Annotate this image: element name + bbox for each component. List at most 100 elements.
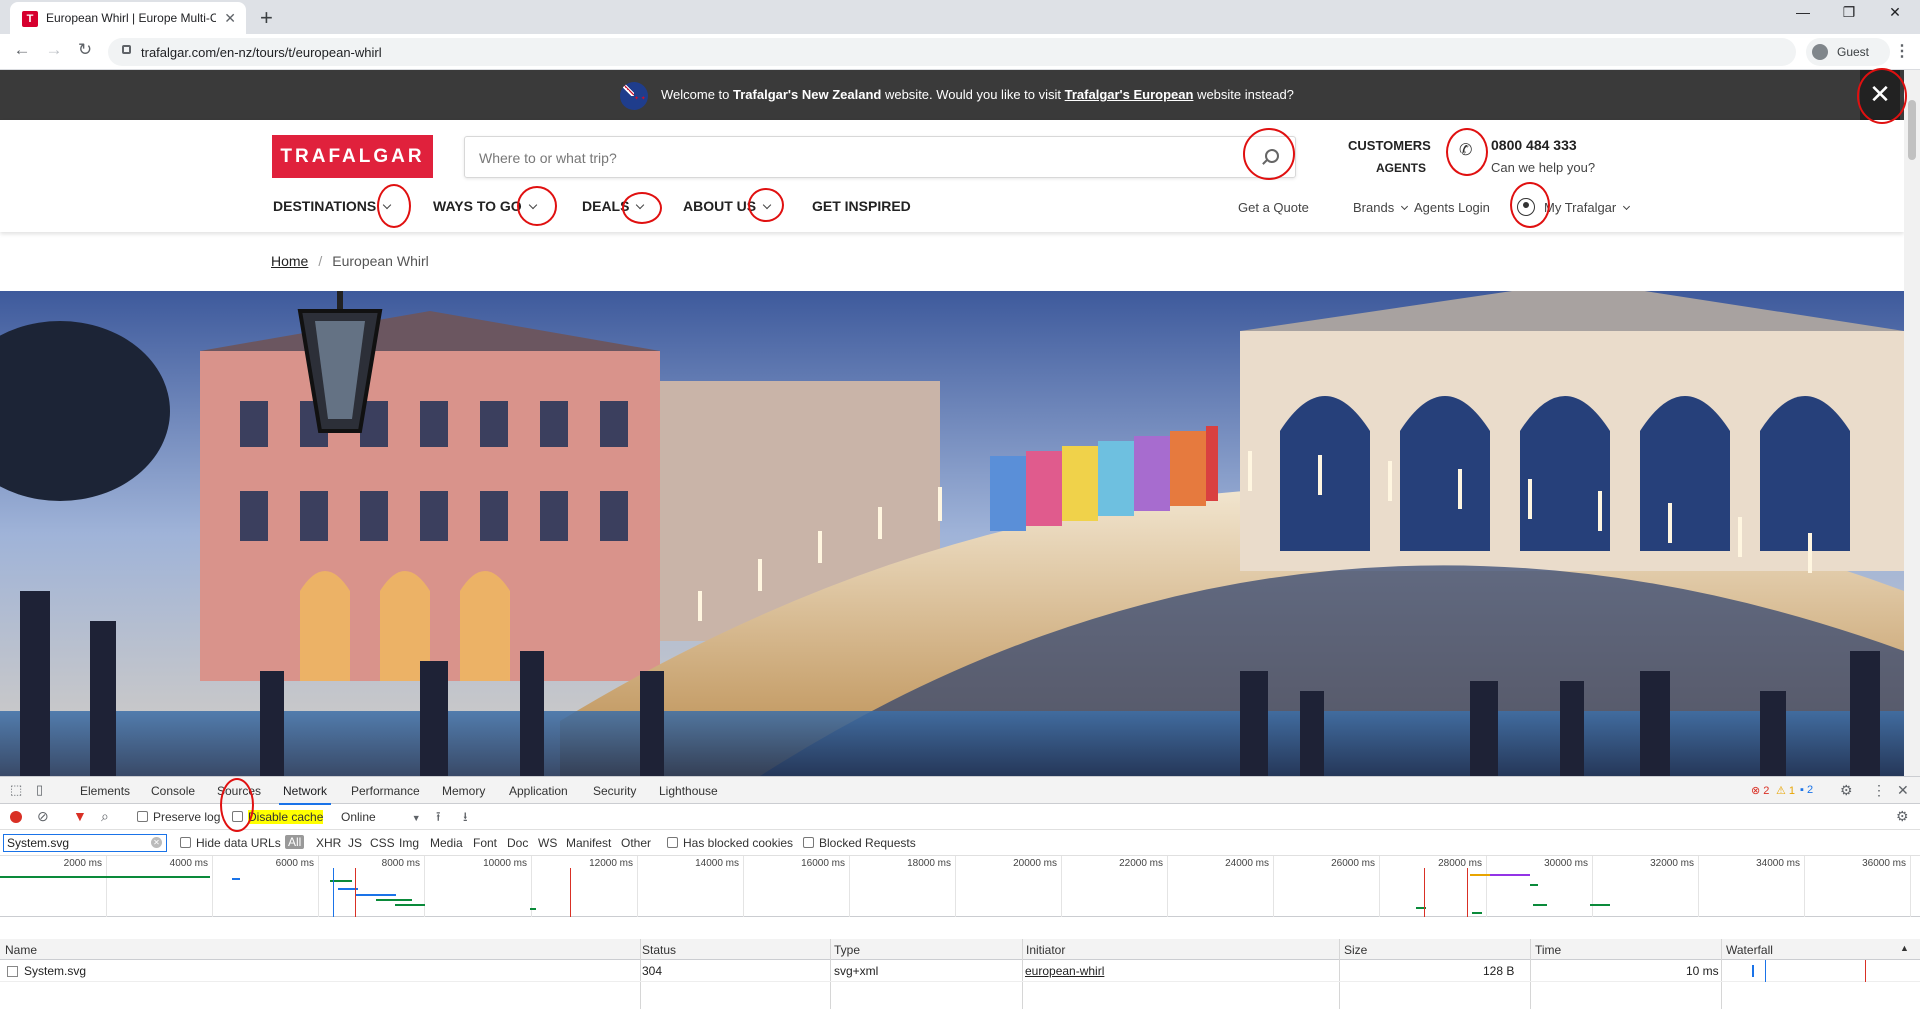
export-har-icon[interactable]: ⭳ <box>463 808 468 830</box>
type-filter-ws[interactable]: WS <box>538 836 557 850</box>
filter-input[interactable]: System.svg ✕ <box>3 834 167 852</box>
page-scrollbar[interactable] <box>1904 70 1920 776</box>
message-count[interactable]: ▪ 2 <box>1800 784 1813 796</box>
profile-button[interactable]: Guest <box>1806 38 1890 66</box>
nav-deals[interactable]: DEALS <box>582 198 645 214</box>
devtools-tab-security[interactable]: Security <box>593 784 636 798</box>
get-a-quote-link[interactable]: Get a Quote <box>1238 200 1309 215</box>
brands-menu[interactable]: Brands <box>1353 200 1409 215</box>
breadcrumb-home-link[interactable]: Home <box>271 253 308 269</box>
chevron-down-icon[interactable] <box>1623 202 1631 211</box>
devtools-tab-performance[interactable]: Performance <box>351 784 420 798</box>
devtools-tab-network[interactable]: Network <box>278 784 332 805</box>
back-icon[interactable]: ← <box>9 40 35 60</box>
type-filter-manifest[interactable]: Manifest <box>566 836 611 850</box>
chevron-down-icon[interactable] <box>382 200 392 210</box>
blocked-requests-box[interactable] <box>803 837 814 848</box>
filter-funnel-icon[interactable]: ▼ <box>73 808 87 824</box>
agents-link[interactable]: AGENTS <box>1376 161 1426 175</box>
type-filter-media[interactable]: Media <box>430 836 463 850</box>
column-size[interactable]: Size <box>1344 943 1367 957</box>
minimize-icon[interactable]: — <box>1780 4 1826 20</box>
tab-close-icon[interactable]: ✕ <box>224 10 236 27</box>
nav-ways-to-go[interactable]: WAYS TO GO <box>433 198 537 214</box>
disable-cache-box[interactable] <box>232 811 243 822</box>
new-tab-icon[interactable]: + <box>260 5 273 31</box>
devtools-tab-application[interactable]: Application <box>509 784 568 798</box>
type-filter-xhr[interactable]: XHR <box>316 836 341 850</box>
search-icon[interactable] <box>1265 149 1279 163</box>
devtools-tab-sources[interactable]: Sources <box>217 784 261 798</box>
request-initiator-link[interactable]: european-whirl <box>1025 964 1104 978</box>
column-initiator[interactable]: Initiator <box>1026 943 1065 957</box>
devtools-tab-console[interactable]: Console <box>151 784 195 798</box>
banner-link[interactable]: Trafalgar's European <box>1065 87 1194 102</box>
type-filter-js[interactable]: JS <box>348 836 362 850</box>
window-close-icon[interactable]: ✕ <box>1872 4 1918 21</box>
reload-icon[interactable]: ↻ <box>72 40 98 60</box>
trafalgar-logo[interactable]: TRAFALGAR <box>272 135 433 178</box>
type-filter-img[interactable]: Img <box>399 836 419 850</box>
inspect-element-icon[interactable]: ⬚ <box>10 782 22 798</box>
clear-filter-icon[interactable]: ✕ <box>151 837 162 848</box>
column-type[interactable]: Type <box>834 943 860 957</box>
devtools-tab-memory[interactable]: Memory <box>442 784 485 798</box>
customers-link[interactable]: CUSTOMERS <box>1348 138 1431 153</box>
chevron-down-icon[interactable] <box>528 200 537 210</box>
devtools-settings-gear-icon[interactable]: ⚙ <box>1840 782 1853 799</box>
record-icon[interactable] <box>10 811 22 823</box>
nav-about-us[interactable]: ABOUT US <box>683 198 772 214</box>
error-count[interactable]: ⊗ 2 <box>1751 784 1769 797</box>
phone-icon[interactable]: ✆ <box>1459 140 1472 160</box>
hide-data-urls-checkbox[interactable]: Hide data URLs <box>180 836 281 850</box>
forward-icon[interactable]: → <box>41 40 67 60</box>
throttle-select[interactable]: Online ▼ <box>341 810 421 824</box>
disable-cache-checkbox[interactable]: Disable cache <box>232 810 324 824</box>
column-waterfall[interactable]: Waterfall <box>1726 943 1773 957</box>
nav-get-inspired[interactable]: GET INSPIRED <box>812 198 911 214</box>
chevron-down-icon[interactable] <box>1401 202 1409 211</box>
restore-icon[interactable]: ❐ <box>1826 4 1872 21</box>
clear-icon[interactable]: ⊘ <box>37 808 49 825</box>
has-blocked-cookies-checkbox[interactable]: Has blocked cookies <box>667 836 793 850</box>
preserve-log-checkbox[interactable]: Preserve log <box>137 810 220 824</box>
banner-close-button[interactable]: ✕ <box>1860 70 1900 120</box>
network-overview-timeline[interactable]: 2000 ms 4000 ms 6000 ms 8000 ms 10000 ms 1200… <box>0 856 1920 917</box>
warning-count[interactable]: ⚠ 1 <box>1776 784 1795 797</box>
type-filter-all[interactable]: All <box>285 835 305 849</box>
search-input[interactable]: Where to or what trip? <box>464 136 1296 178</box>
browser-tab[interactable]: T European Whirl | Europe Multi-Co ✕ <box>10 2 246 34</box>
address-bar[interactable]: trafalgar.com/en-nz/tours/t/european-whi… <box>108 38 1796 66</box>
nav-destinations[interactable]: DESTINATIONS <box>273 198 392 214</box>
agents-login-link[interactable]: Agents Login <box>1414 200 1490 215</box>
hide-data-urls-box[interactable] <box>180 837 191 848</box>
device-toolbar-icon[interactable]: ▯ <box>36 782 43 798</box>
column-status[interactable]: Status <box>642 943 676 957</box>
type-filter-doc[interactable]: Doc <box>507 836 528 850</box>
phone-number[interactable]: 0800 484 333 <box>1491 137 1577 153</box>
request-name[interactable]: System.svg <box>24 964 86 978</box>
import-har-icon[interactable]: ⭱ <box>436 808 441 830</box>
devtools-tab-elements[interactable]: Elements <box>80 784 130 798</box>
has-blocked-cookies-box[interactable] <box>667 837 678 848</box>
column-time[interactable]: Time <box>1535 943 1561 957</box>
network-settings-gear-icon[interactable]: ⚙ <box>1896 808 1909 825</box>
my-trafalgar-menu[interactable]: My Trafalgar <box>1544 200 1631 215</box>
scrollbar-thumb[interactable] <box>1908 100 1916 160</box>
devtools-close-icon[interactable]: ✕ <box>1897 782 1909 799</box>
type-filter-css[interactable]: CSS <box>370 836 395 850</box>
chevron-down-icon[interactable] <box>762 200 772 210</box>
chevron-down-icon[interactable] <box>636 200 645 210</box>
browser-menu-icon[interactable]: ⋮ <box>1894 41 1910 61</box>
column-name[interactable]: Name <box>5 943 37 957</box>
search-icon[interactable]: ⌕ <box>101 808 109 825</box>
type-filter-other[interactable]: Other <box>621 836 651 850</box>
blocked-requests-checkbox[interactable]: Blocked Requests <box>803 836 916 850</box>
user-account-icon[interactable] <box>1517 198 1535 216</box>
preserve-log-box[interactable] <box>137 811 148 822</box>
type-filter-font[interactable]: Font <box>473 836 497 850</box>
devtools-menu-icon[interactable]: ⋮ <box>1872 782 1886 799</box>
sort-ascending-icon[interactable]: ▲ <box>1900 943 1909 953</box>
devtools-tab-lighthouse[interactable]: Lighthouse <box>659 784 718 798</box>
table-row[interactable]: System.svg 304 svg+xml european-whirl 12… <box>0 960 1920 982</box>
